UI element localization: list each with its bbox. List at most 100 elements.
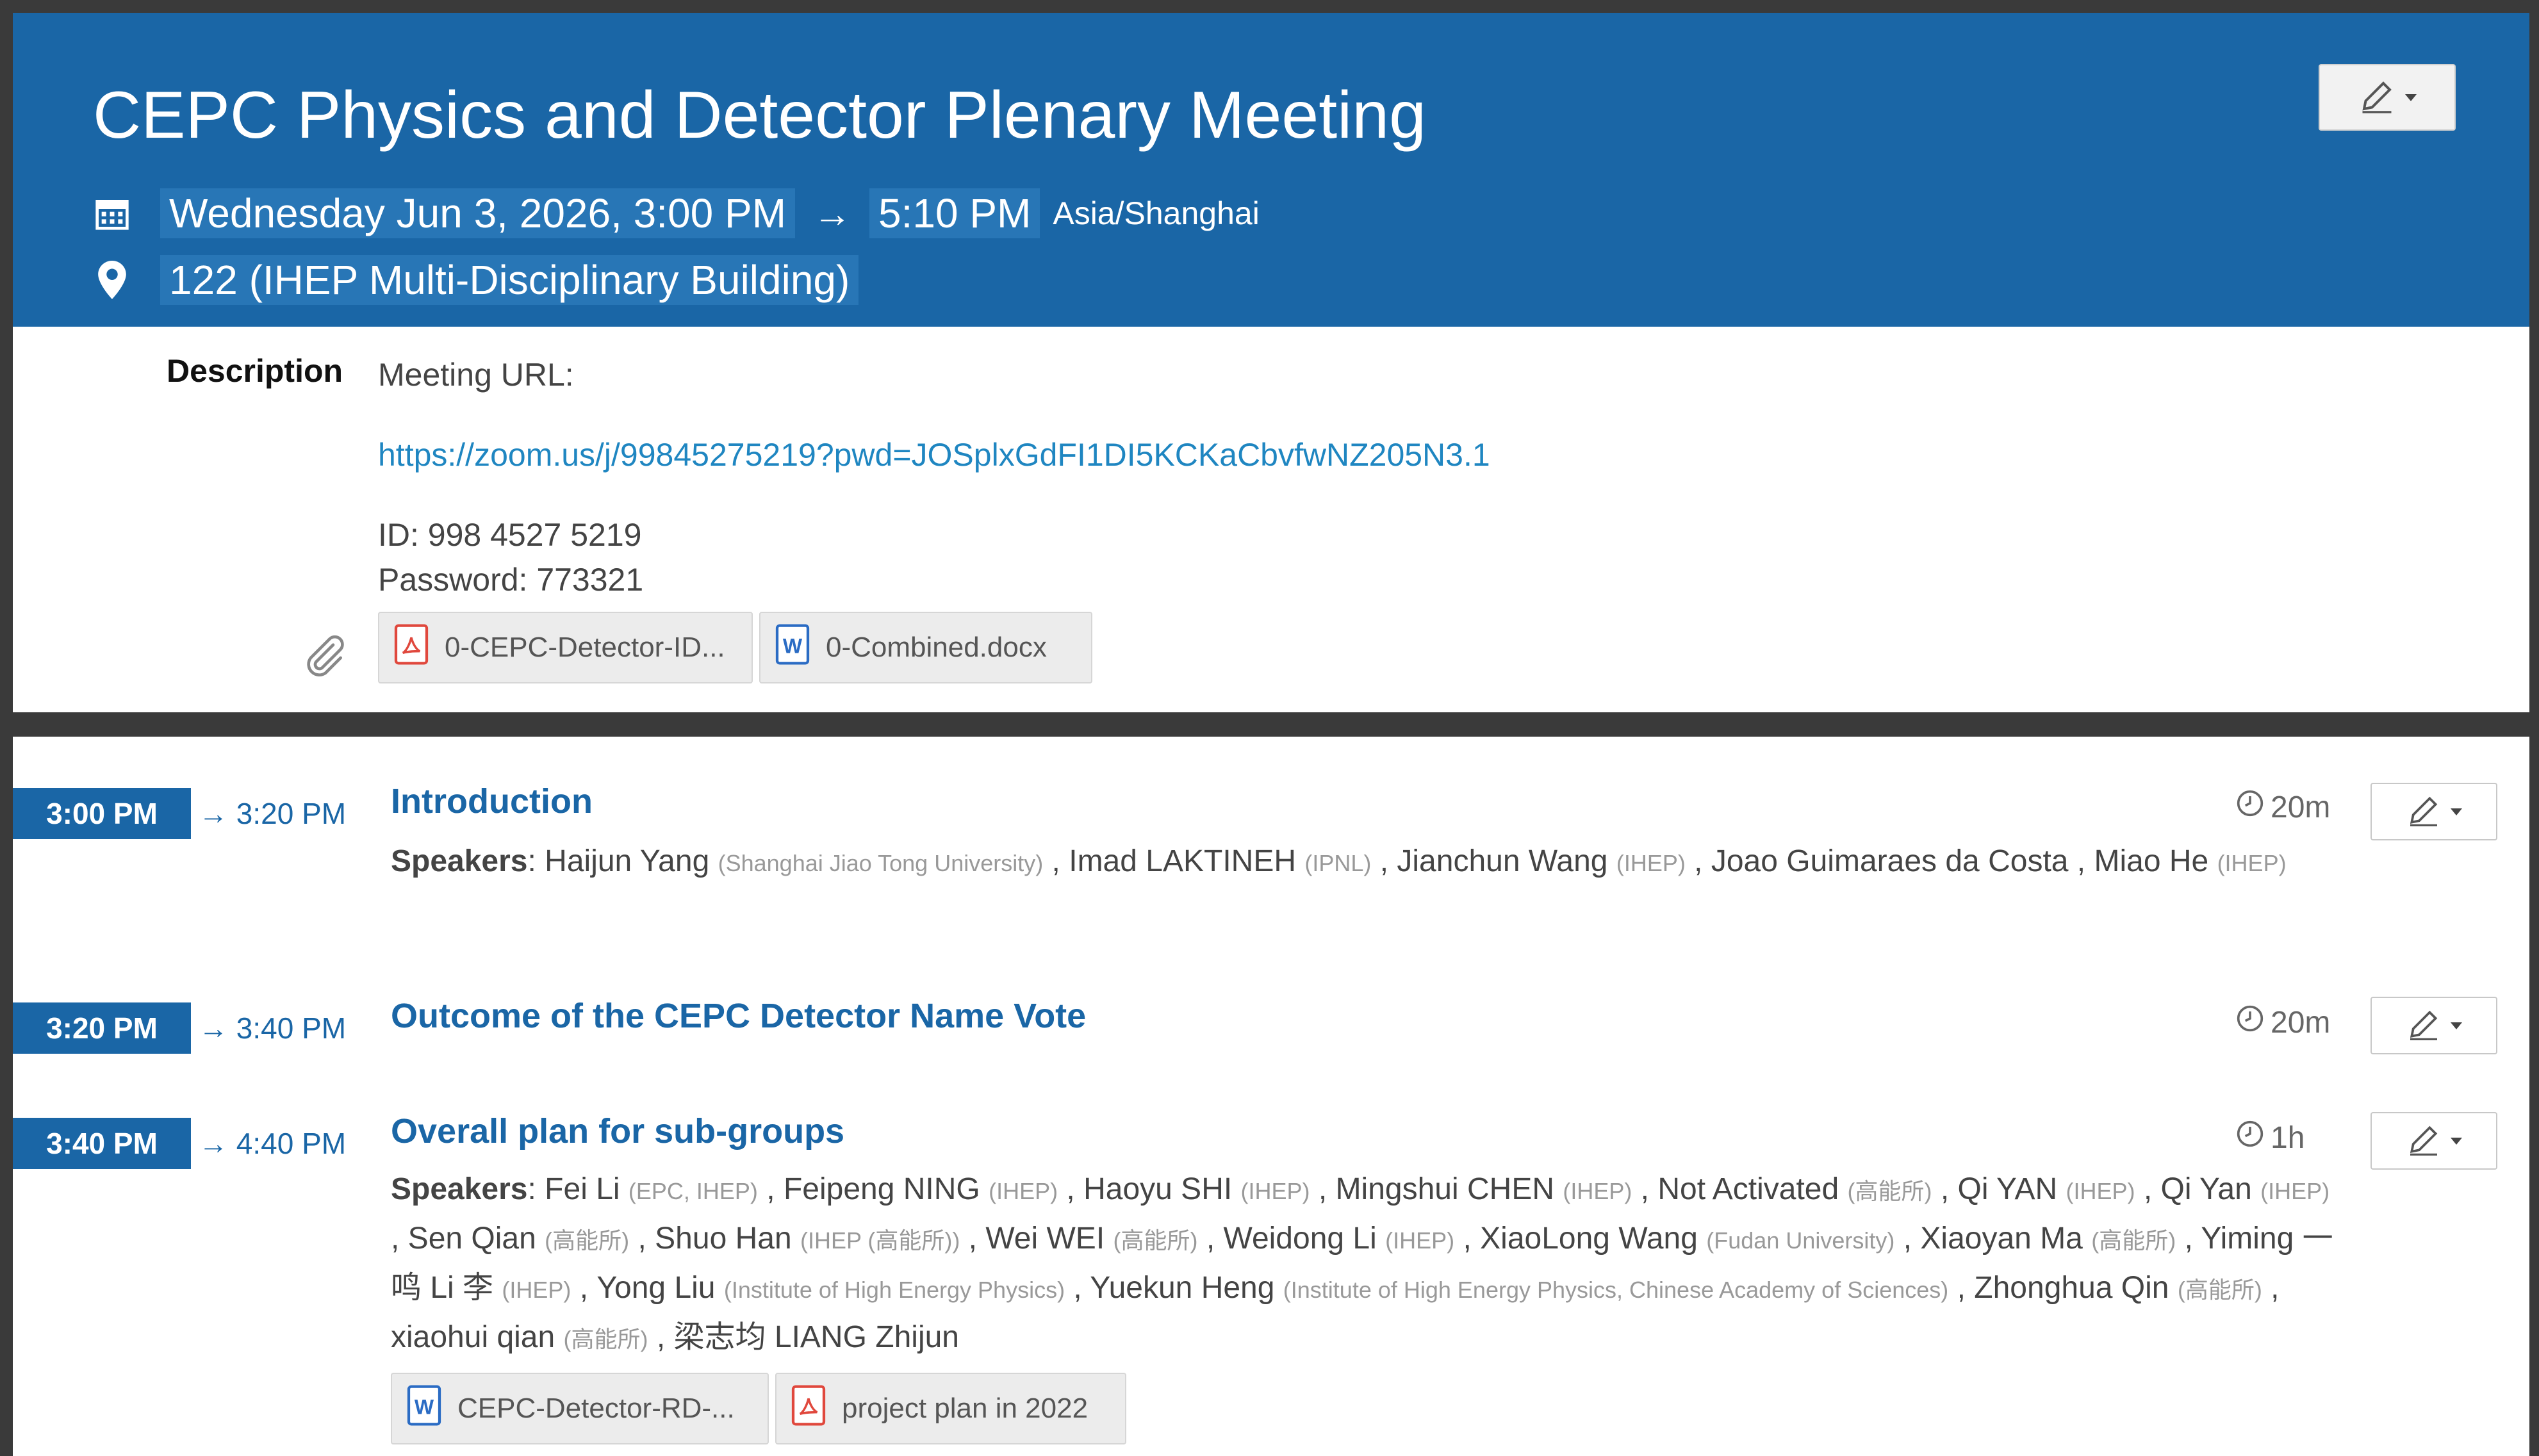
attachment-docx[interactable]: W 0-Combined.docx xyxy=(759,612,1092,683)
event-title: CEPC Physics and Detector Plenary Meetin… xyxy=(93,78,1426,152)
speaker-affiliation: (IHEP) xyxy=(2260,1178,2330,1204)
speaker-affiliation: (IHEP) xyxy=(1616,850,1686,876)
attachment-pdf[interactable]: project plan in 2022 xyxy=(775,1373,1126,1444)
meeting-password: Password: 773321 xyxy=(378,562,644,598)
meeting-id: ID: 998 4527 5219 xyxy=(378,517,642,553)
zoom-meeting-link[interactable]: https://zoom.us/j/99845275219?pwd=JOSplx… xyxy=(378,437,1490,473)
duration-text: 20m xyxy=(2271,790,2331,824)
speaker-name: Qi YAN xyxy=(1957,1172,2058,1206)
attachment-name: 0-Combined.docx xyxy=(826,632,1047,663)
speaker-name: xiaohui qian xyxy=(391,1320,555,1354)
speaker-name: Weidong Li xyxy=(1223,1222,1377,1256)
entry-end-time: → 4:40 PM xyxy=(199,1127,347,1160)
entry-attachments: W CEPC-Detector-RD-... project plan in 2… xyxy=(391,1373,1126,1444)
speaker-affiliation: (Fudan University) xyxy=(1706,1227,1895,1254)
duration-text: 1h xyxy=(2271,1120,2305,1155)
entry-edit-menu-button[interactable] xyxy=(2371,783,2497,840)
speaker-name: Miao He xyxy=(2094,844,2209,878)
speaker-affiliation: (IHEP) xyxy=(1385,1227,1455,1254)
speakers-label: Speakers xyxy=(391,844,528,878)
pencil-edit-icon xyxy=(2406,1006,2442,1045)
attachment-name: 0-CEPC-Detector-ID... xyxy=(445,632,725,663)
speaker-name: Sen Qian xyxy=(407,1222,536,1256)
speaker-name: Joao Guimaraes da Costa xyxy=(1711,844,2069,878)
speaker-affiliation: (高能所) xyxy=(545,1227,630,1254)
entry-start-time: 3:40 PM xyxy=(13,1118,191,1169)
attachment-pdf[interactable]: 0-CEPC-Detector-ID... xyxy=(378,612,753,683)
speaker-name: Feipeng NING xyxy=(783,1172,980,1206)
entry-title-link[interactable]: Outcome of the CEPC Detector Name Vote xyxy=(391,996,1086,1036)
speaker-name: Not Activated xyxy=(1657,1172,1839,1206)
pdf-icon xyxy=(791,1385,826,1433)
entry-edit-menu-button[interactable] xyxy=(2371,1112,2497,1170)
speaker-name: Zhonghua Qin xyxy=(1974,1271,2169,1305)
speaker-affiliation: (高能所) xyxy=(563,1326,648,1352)
speaker-name: Mingshui CHEN xyxy=(1335,1172,1554,1206)
speaker-affiliation: (Institute of High Energy Physics) xyxy=(723,1277,1065,1303)
event-timezone: Asia/Shanghai xyxy=(1053,195,1260,231)
pencil-edit-icon xyxy=(2406,792,2442,831)
speaker-affiliation: (IHEP) xyxy=(989,1178,1058,1204)
event-location-row: 122 (IHEP Multi-Disciplinary Building) xyxy=(90,251,859,309)
speaker-affiliation: (IHEP) xyxy=(2066,1178,2135,1204)
pdf-icon xyxy=(393,624,429,672)
clock-icon xyxy=(2236,1004,2264,1040)
word-doc-icon: W xyxy=(406,1385,442,1433)
entry-duration: 1h xyxy=(2236,1120,2305,1156)
date-arrow: → xyxy=(813,192,851,235)
speaker-name: Jianchun Wang xyxy=(1397,844,1608,878)
meeting-url-label: Meeting URL: xyxy=(378,357,574,393)
chevron-down-icon xyxy=(2451,808,2462,815)
event-date-row: Wednesday Jun 3, 2026, 3:00 PM → 5:10 PM… xyxy=(90,184,1260,242)
speaker-affiliation: (Institute of High Energy Physics, Chine… xyxy=(1283,1277,1949,1303)
speaker-name: Yuekun Heng xyxy=(1090,1271,1275,1305)
event-attachments: 0-CEPC-Detector-ID... W 0-Combined.docx xyxy=(378,612,1092,683)
speaker-affiliation: (IHEP) xyxy=(502,1277,571,1303)
event-start-datetime: Wednesday Jun 3, 2026, 3:00 PM xyxy=(160,188,795,238)
attachment-name: CEPC-Detector-RD-... xyxy=(457,1393,735,1424)
entry-title-link[interactable]: Overall plan for sub-groups xyxy=(391,1111,844,1151)
speaker-affiliation: (IHEP (高能所)) xyxy=(800,1227,960,1254)
entry-end-time: → 3:20 PM xyxy=(199,797,347,830)
description-body: Meeting URL: https://zoom.us/j/998452752… xyxy=(378,352,1490,602)
speaker-affiliation: (高能所) xyxy=(1113,1227,1198,1254)
chevron-down-icon xyxy=(2405,94,2417,101)
entry-end-time: → 3:40 PM xyxy=(199,1011,347,1045)
entry-start-time: 3:00 PM xyxy=(13,788,191,839)
speaker-name: Shuo Han xyxy=(655,1222,792,1256)
speaker-affiliation: (EPC, IHEP) xyxy=(628,1178,758,1204)
pencil-edit-icon xyxy=(2358,77,2396,119)
svg-text:W: W xyxy=(415,1395,434,1418)
event-location[interactable]: 122 (IHEP Multi-Disciplinary Building) xyxy=(160,255,859,305)
pencil-edit-icon xyxy=(2406,1122,2442,1161)
event-card: CEPC Physics and Detector Plenary Meetin… xyxy=(13,13,2529,712)
event-edit-menu-button[interactable] xyxy=(2319,64,2456,131)
timetable: 3:00 PM → 3:20 PM Introduction 20m Speak… xyxy=(13,737,2529,1456)
clock-icon xyxy=(2236,1120,2264,1156)
speaker-affiliation: (IHEP) xyxy=(1563,1178,1632,1204)
speaker-affiliation: (Shanghai Jiao Tong University) xyxy=(718,850,1044,876)
entry-speakers: Speakers: Haijun Yang (Shanghai Jiao Ton… xyxy=(391,844,2287,878)
paperclip-icon xyxy=(298,631,349,682)
speaker-affiliation: (高能所) xyxy=(2091,1227,2176,1254)
entry-title-link[interactable]: Introduction xyxy=(391,781,593,821)
event-end-time: 5:10 PM xyxy=(869,188,1040,238)
calendar-icon xyxy=(90,191,135,236)
speaker-name: Wei WEI xyxy=(985,1222,1105,1256)
speaker-name: Qi Yan xyxy=(2160,1172,2252,1206)
entry-duration: 20m xyxy=(2236,789,2330,825)
speaker-name: Haoyu SHI xyxy=(1083,1172,1233,1206)
entry-edit-menu-button[interactable] xyxy=(2371,997,2497,1054)
speaker-name: Fei Li xyxy=(545,1172,620,1206)
attachment-docx[interactable]: W CEPC-Detector-RD-... xyxy=(391,1373,769,1444)
speaker-affiliation: (IHEP) xyxy=(1240,1178,1310,1204)
speaker-affiliation: (高能所) xyxy=(1847,1178,1932,1204)
speaker-affiliation: (IHEP) xyxy=(2217,850,2287,876)
speakers-label: Speakers xyxy=(391,1172,528,1206)
entry-speakers: Speakers: Fei Li (EPC, IHEP) , Feipeng N… xyxy=(391,1172,2333,1354)
speaker-name: 梁志均 LIANG Zhijun xyxy=(673,1320,960,1354)
speaker-affiliation: (IPNL) xyxy=(1304,850,1372,876)
speaker-name: XiaoLong Wang xyxy=(1480,1222,1698,1256)
speaker-name: Haijun Yang xyxy=(545,844,710,878)
chevron-down-icon xyxy=(2451,1137,2462,1145)
